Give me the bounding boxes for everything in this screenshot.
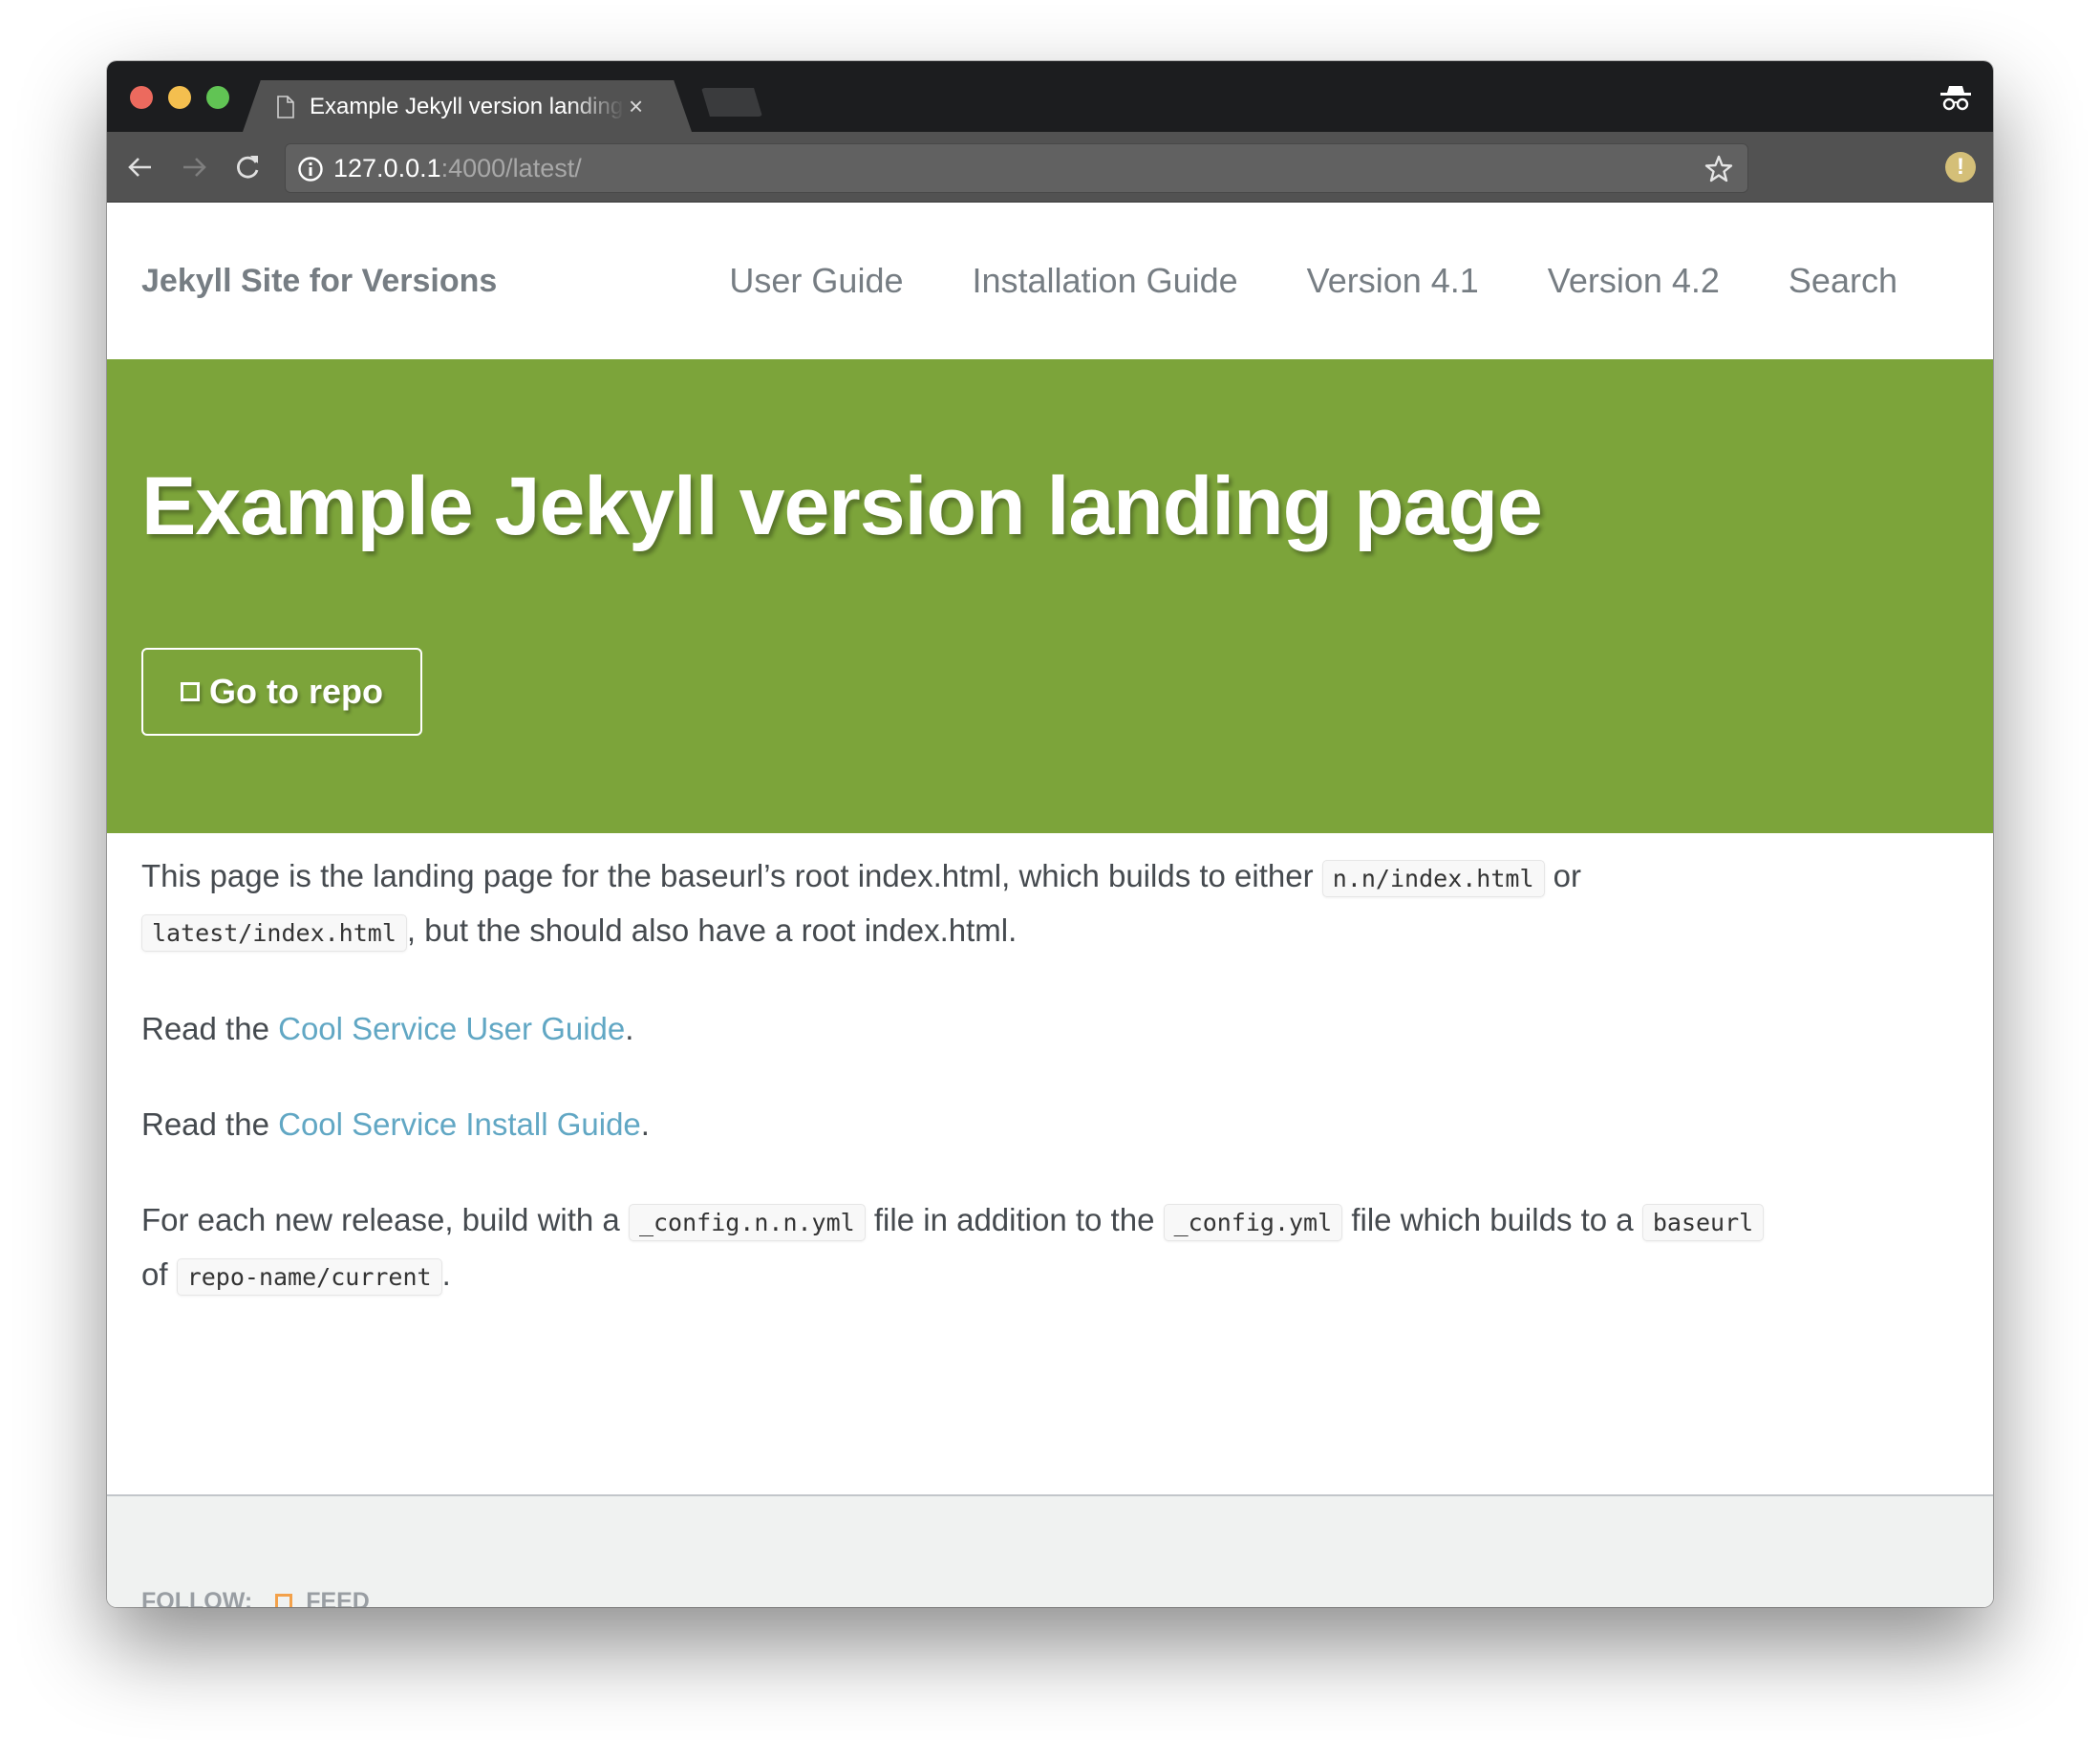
url-path: :4000/latest/ (440, 154, 582, 182)
text: Read the (141, 1106, 279, 1142)
main-content: This page is the landing page for the ba… (141, 850, 1957, 1347)
alert-icon[interactable]: ! (1945, 152, 1976, 182)
site-nav: User Guide Installation Guide Version 4.… (729, 262, 1897, 300)
address-bar[interactable]: 127.0.0.1:4000/latest/ (285, 143, 1748, 193)
hero-banner: Example Jekyll version landing page Go t… (107, 359, 1993, 833)
text: . (625, 1011, 634, 1046)
inline-code: n.n/index.html (1321, 860, 1545, 897)
info-icon[interactable] (297, 156, 324, 182)
text: file in addition to the (865, 1202, 1164, 1237)
feed-icon (275, 1593, 293, 1607)
forward-arrow-icon[interactable] (178, 151, 210, 183)
inline-code: _config.yml (1163, 1204, 1343, 1241)
text: , but the should also have a root index.… (406, 912, 1018, 948)
document-icon (277, 96, 294, 118)
inline-code: _config.n.n.yml (628, 1204, 866, 1241)
url-text[interactable]: 127.0.0.1:4000/latest/ (333, 152, 582, 184)
inline-code: repo-name/current (176, 1258, 442, 1296)
text: Read the (141, 1011, 279, 1046)
window-close-button[interactable] (130, 86, 153, 109)
follow-label: FOLLOW: (141, 1588, 253, 1607)
new-tab-button[interactable] (701, 88, 762, 117)
go-to-repo-button[interactable]: Go to repo (141, 648, 422, 736)
text: . (441, 1256, 451, 1292)
nav-item-installation-guide[interactable]: Installation Guide (972, 262, 1237, 300)
url-host: 127.0.0.1 (333, 154, 441, 182)
site-header: Jekyll Site for Versions User Guide Inst… (107, 203, 1993, 359)
browser-tab-active[interactable]: Example Jekyll version landing page × (243, 80, 692, 132)
text: or (1544, 858, 1582, 893)
text: of (141, 1256, 177, 1292)
tab-close-icon[interactable]: × (629, 90, 643, 122)
incognito-icon (1940, 86, 1971, 111)
nav-item-search[interactable]: Search (1789, 262, 1897, 300)
site-brand[interactable]: Jekyll Site for Versions (141, 262, 497, 300)
reload-icon[interactable] (231, 151, 264, 183)
text: . (640, 1106, 650, 1142)
user-guide-link[interactable]: Cool Service User Guide (278, 1011, 625, 1046)
go-to-repo-label: Go to repo (209, 672, 383, 711)
user-guide-paragraph: Read the Cool Service User Guide. (141, 1003, 1957, 1055)
site-footer: FOLLOW: FEED (107, 1494, 1993, 1607)
text: file which builds to a (1342, 1202, 1642, 1237)
repo-icon (181, 682, 200, 701)
browser-window: Example Jekyll version landing page × (107, 61, 1993, 1607)
feed-label: FEED (306, 1588, 370, 1607)
inline-code: baseurl (1641, 1204, 1765, 1241)
inline-code: latest/index.html (141, 914, 407, 952)
intro-paragraph: This page is the landing page for the ba… (141, 850, 1957, 959)
tab-strip: Example Jekyll version landing page × (107, 61, 1993, 132)
window-maximize-button[interactable] (206, 86, 229, 109)
bookmark-star-icon[interactable] (1704, 154, 1734, 184)
nav-item-version-4-1[interactable]: Version 4.1 (1307, 262, 1479, 300)
install-guide-paragraph: Read the Cool Service Install Guide. (141, 1099, 1957, 1150)
follow-section: FOLLOW: FEED (141, 1588, 370, 1607)
back-arrow-icon[interactable] (124, 151, 157, 183)
release-paragraph: For each new release, build with a _conf… (141, 1194, 1957, 1303)
nav-item-version-4-2[interactable]: Version 4.2 (1548, 262, 1720, 300)
tab-title: Example Jekyll version landing page (310, 94, 625, 119)
feed-link[interactable]: FEED (275, 1588, 370, 1607)
nav-item-user-guide[interactable]: User Guide (729, 262, 903, 300)
page-title: Example Jekyll version landing page (141, 461, 1543, 552)
text: For each new release, build with a (141, 1202, 629, 1237)
browser-toolbar: 127.0.0.1:4000/latest/ ! (107, 132, 1993, 203)
text: This page is the landing page for the ba… (141, 858, 1322, 893)
window-minimize-button[interactable] (168, 86, 191, 109)
install-guide-link[interactable]: Cool Service Install Guide (278, 1106, 641, 1142)
